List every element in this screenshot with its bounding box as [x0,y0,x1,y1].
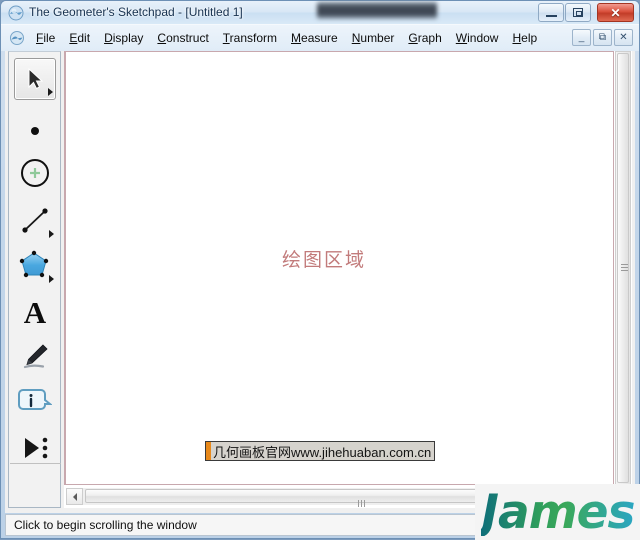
info-bubble-icon [18,389,52,410]
toolbox-separator [10,463,61,464]
mdi-close-icon: ✕ [619,32,628,43]
menu-mnemonic: H [512,31,522,45]
marker-pen-icon [23,344,48,369]
menu-help[interactable]: Help [505,28,544,48]
window-title: The Geometer's Sketchpad - [Untitled 1] [29,5,243,19]
menu-mnemonic: G [408,31,418,45]
window-restore-button[interactable] [565,3,591,22]
chevron-left-icon [72,492,77,501]
tool-information[interactable] [14,380,56,422]
menu-transform[interactable]: Transform [216,28,284,48]
chevron-right-icon[interactable] [49,230,54,238]
menu-mnemonic: D [104,31,113,45]
tool-text[interactable]: A [14,291,56,333]
menu-graph[interactable]: Graph [401,28,448,48]
restore-icon [573,8,583,17]
menu-label-rest: umber [360,31,395,45]
chevron-right-icon[interactable] [49,275,54,283]
menu-label-rest: indow [467,31,499,45]
chevron-right-icon[interactable] [48,88,53,96]
menu-label-rest: onstruct [166,31,209,45]
mdi-minimize-button[interactable]: _ [572,29,591,46]
menu-mnemonic: W [455,31,468,45]
menu-mnemonic: M [291,31,302,45]
menu-mnemonic: T [222,31,230,45]
status-message: Click to begin scrolling the window [14,518,197,532]
menu-label-rest: elp [521,31,538,45]
sketch-pane: 绘图区域 几何画板官网www.jihehuaban.com.cn [64,51,640,508]
tool-arrow-select[interactable] [14,58,56,100]
mdi-window-controls: _ ⧉ ✕ [572,29,633,46]
title-bar[interactable]: The Geometer's Sketchpad - [Untitled 1] … [1,1,639,25]
james-logo-overlay: James [475,484,640,540]
canvas-label: 绘图区域 [282,250,367,271]
menu-display[interactable]: Display [97,28,150,48]
menu-measure[interactable]: Measure [284,28,345,48]
line-segment-icon [22,208,48,233]
client-area: A 绘图区域 几何画板官网www.jihehuaban.com.cn [5,51,640,513]
james-logo-text: James [481,484,635,540]
circle-compass-icon [21,159,49,187]
custom-tools-icon [25,437,48,459]
menu-mnemonic: C [157,31,167,45]
mdi-restore-icon: ⧉ [598,32,607,43]
tool-straightedge[interactable] [14,199,56,241]
horizontal-scrollbar-grip [358,494,367,507]
sketchpad-document-icon[interactable] [9,30,25,46]
menu-construct[interactable]: Construct [150,28,215,48]
text-letter-a-icon: A [23,294,47,330]
point-icon [31,127,39,135]
redacted-region [317,2,437,19]
drawing-canvas[interactable]: 绘图区域 几何画板官网www.jihehuaban.com.cn [64,51,614,485]
menu-label-rest: ransform [229,31,278,45]
mdi-close-button[interactable]: ✕ [614,29,633,46]
window-close-button[interactable]: ✕ [597,3,634,22]
tool-polygon[interactable] [14,244,56,286]
polygon-icon [19,250,49,278]
menu-window[interactable]: Window [449,28,506,48]
site-watermark: 几何画板官网www.jihehuaban.com.cn [205,441,436,461]
menu-label-rest: dit [77,31,91,45]
menu-label-rest: ile [43,31,56,45]
tool-marker[interactable] [14,335,56,377]
sketchpad-icon [8,5,24,21]
menu-number[interactable]: Number [345,28,402,48]
menu-label-rest: easure [301,31,338,45]
application-window: The Geometer's Sketchpad - [Untitled 1] … [0,0,640,540]
menu-edit[interactable]: Edit [62,28,97,48]
minimize-icon [545,14,557,17]
close-icon: ✕ [610,5,621,20]
tool-compass-circle[interactable] [14,152,56,194]
arrow-cursor-icon [28,67,44,90]
menu-label-rest: raph [417,31,442,45]
mdi-minimize-icon: _ [578,32,585,43]
vertical-scrollbar-grip [621,264,628,273]
watermark-text: 几何画板官网www.jihehuaban.com.cn [213,444,432,460]
horizontal-scrollbar-left-arrow-button[interactable] [66,488,83,505]
window-minimize-button[interactable] [538,3,564,22]
toolbox: A [8,51,61,508]
menu-bar: File Edit Display Construct Transform Me… [1,25,639,51]
menu-label-rest: isplay [112,31,144,45]
mdi-restore-button[interactable]: ⧉ [593,29,612,46]
vertical-scrollbar[interactable] [615,51,631,485]
vertical-scrollbar-thumb[interactable] [617,53,629,483]
tool-point[interactable] [14,110,56,152]
menu-file[interactable]: File [29,28,62,48]
